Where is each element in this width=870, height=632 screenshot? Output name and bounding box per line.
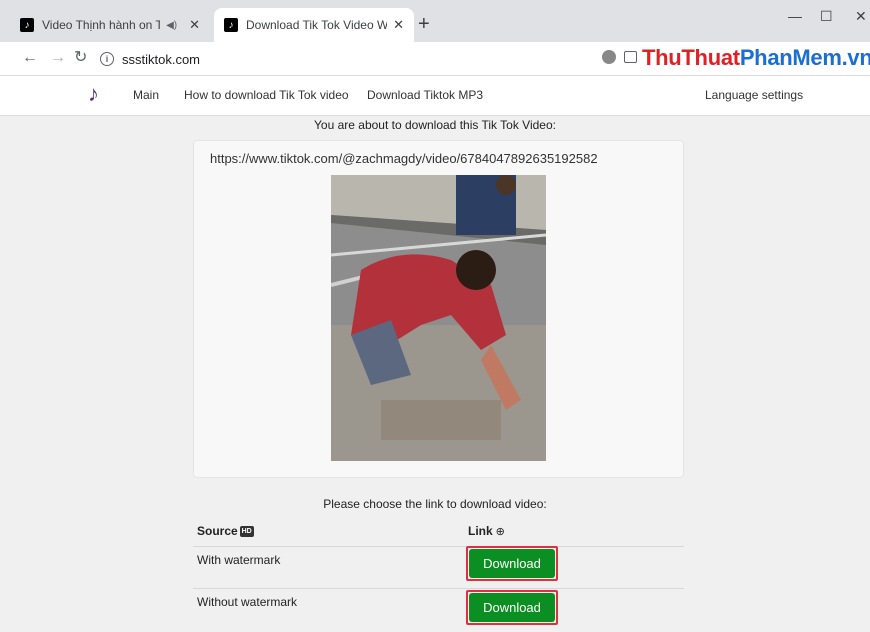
- extension-icon[interactable]: [602, 50, 616, 64]
- download-circle-icon: ⊕: [495, 525, 505, 538]
- download-table: Source HD Link ⊕ With watermark Download W…: [193, 518, 684, 632]
- download-highlight: Download: [466, 546, 558, 581]
- close-window-icon[interactable]: ✕: [855, 8, 867, 25]
- url-text: ssstiktok.com: [122, 51, 201, 67]
- video-thumbnail[interactable]: [331, 175, 546, 461]
- download-highlight: Download: [466, 590, 558, 625]
- reload-icon[interactable]: ↻: [74, 49, 87, 67]
- video-url: https://www.tiktok.com/@zachmagdy/video/…: [210, 151, 598, 166]
- audio-icon[interactable]: ◀): [166, 20, 177, 31]
- close-tab-icon[interactable]: ✕: [189, 17, 200, 33]
- tab-ssstiktok[interactable]: ♪ Download Tik Tok Video Without Waterma…: [214, 8, 414, 42]
- tab-tiktok-trending[interactable]: ♪ Video Thịnh hành on TikTok ◀) ✕: [10, 8, 210, 42]
- minimize-icon[interactable]: —: [788, 8, 802, 24]
- table-row: Without watermark Download: [193, 588, 684, 632]
- address-bar[interactable]: i ssstiktok.com: [100, 47, 530, 71]
- table-row: With watermark Download: [193, 546, 684, 588]
- site-navbar: ♪ Main How to download Tik Tok video Dow…: [0, 76, 870, 116]
- nav-language-settings[interactable]: Language settings: [705, 88, 803, 102]
- tab-title: Download Tik Tok Video Without Watermark: [246, 18, 388, 32]
- nav-how-to-download[interactable]: How to download Tik Tok video: [184, 88, 349, 102]
- source-icon: HD: [239, 525, 254, 537]
- choose-heading: Please choose the link to download video…: [323, 497, 547, 511]
- browser-toolbar: ← → ↻ i ssstiktok.com ThuThuatPhanMem.vn: [0, 42, 870, 76]
- nav-main[interactable]: Main: [133, 88, 159, 102]
- close-tab-icon[interactable]: ✕: [393, 17, 404, 33]
- about-heading: You are about to download this Tik Tok V…: [314, 118, 556, 132]
- table-header-row: Source HD Link ⊕: [193, 518, 684, 546]
- source-without-watermark: Without watermark: [197, 595, 298, 609]
- tiktok-icon: ♪: [20, 18, 34, 32]
- new-tab-button[interactable]: +: [418, 14, 430, 34]
- download-with-watermark-button[interactable]: Download: [469, 549, 555, 578]
- site-info-icon[interactable]: i: [100, 52, 114, 66]
- source-with-watermark: With watermark: [197, 553, 281, 567]
- ssstiktok-icon: ♪: [224, 18, 238, 32]
- tab-title: Video Thịnh hành on TikTok: [42, 18, 161, 32]
- download-without-watermark-button[interactable]: Download: [469, 593, 555, 622]
- watermark-logo: ThuThuatPhanMem.vn: [642, 45, 870, 70]
- source-header: Source HD: [197, 524, 254, 538]
- site-logo-icon[interactable]: ♪: [88, 82, 99, 106]
- link-header: Link ⊕: [468, 524, 505, 538]
- back-icon[interactable]: ←: [22, 49, 38, 67]
- nav-download-mp3[interactable]: Download Tiktok MP3: [367, 88, 483, 102]
- translate-icon[interactable]: [624, 51, 637, 63]
- browser-tab-strip: ♪ Video Thịnh hành on TikTok ◀) ✕ ♪ Down…: [0, 0, 870, 42]
- maximize-icon[interactable]: ☐: [820, 8, 833, 25]
- forward-icon[interactable]: →: [50, 49, 66, 67]
